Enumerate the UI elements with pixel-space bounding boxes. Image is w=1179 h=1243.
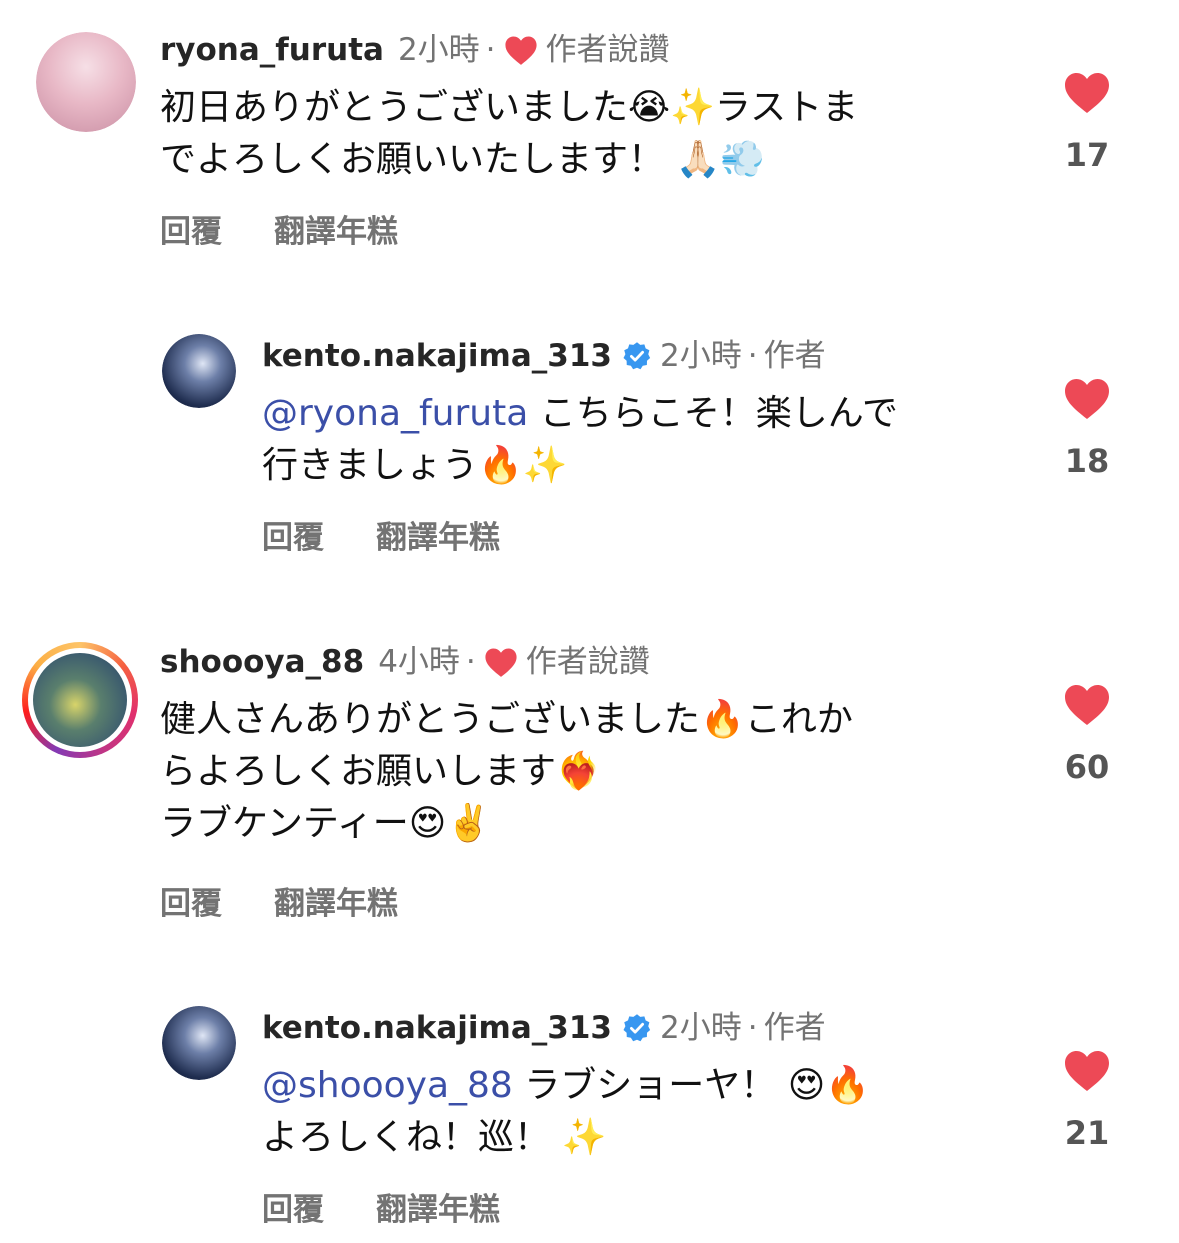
reply-button[interactable]: 回覆 [160,878,222,923]
separator: · [485,32,496,68]
comment-actions: 回覆 翻譯年糕 [262,1184,500,1229]
avatar[interactable] [162,334,236,408]
timestamp: 2小時 [659,1010,742,1046]
comment-header: shoooya_88 4小時 · 作者說讚 [160,642,650,682]
comment-line: よろしくね！巡！ ✨ [262,1117,607,1158]
timestamp: 2小時 [397,32,480,68]
heart-icon [1065,1051,1109,1091]
comment-line: 行きましょう🔥✨ [262,445,568,486]
comment-line: ラブケンティー😍✌️ [160,803,492,844]
mention-link[interactable]: @shoooya_88 [262,1065,513,1106]
avatar[interactable] [162,1006,236,1080]
verified-badge-icon [623,342,651,370]
comment-text: 初日ありがとうございました😭✨ラストま でよろしくお願いいたします！ 🙏🏻💨 [160,82,858,186]
comment-line-text: こちらこそ！楽しんで [528,393,898,434]
comment-actions: 回覆 翻譯年糕 [160,878,398,923]
like-button[interactable]: 18 [1057,376,1117,480]
reply-button[interactable]: 回覆 [262,1184,324,1229]
verified-badge-icon [623,1014,651,1042]
reply-button[interactable]: 回覆 [160,206,222,251]
username[interactable]: ryona_furuta [160,30,384,70]
comment-text: @shoooya_88 ラブショーヤ！ 😍🔥 よろしくね！巡！ ✨ [262,1060,870,1164]
like-count: 17 [1064,136,1110,174]
translate-button[interactable]: 翻譯年糕 [274,878,398,923]
comment-actions: 回覆 翻譯年糕 [160,206,398,251]
author-tag: 作者 [763,338,826,374]
username[interactable]: shoooya_88 [160,642,364,682]
comment-line: 健人さんありがとうございました🔥これか [160,699,853,740]
comment-header: kento.nakajima_313 2小時 · 作者 [262,1008,826,1048]
comment-line: @ryona_furuta こちらこそ！楽しんで [262,388,898,440]
comment-text: @ryona_furuta こちらこそ！楽しんで 行きましょう🔥✨ [262,388,898,492]
comment-line: らよろしくお願いします❤️‍🔥 [160,751,601,792]
separator: · [747,338,758,374]
avatar-story-ring[interactable] [22,642,138,758]
author-tag: 作者 [763,1010,826,1046]
translate-button[interactable]: 翻譯年糕 [376,512,500,557]
comment-text: 健人さんありがとうございました🔥これか らよろしくお願いします❤️‍🔥 ラブケン… [160,694,853,850]
timestamp: 4小時 [378,644,460,680]
separator: · [465,644,476,680]
comment-header: ryona_furuta 2小時 · 作者說讚 [160,30,670,70]
like-button[interactable]: 60 [1057,682,1117,786]
mention-link[interactable]: @ryona_furuta [262,393,528,434]
comment-line: でよろしくお願いいたします！ 🙏🏻💨 [160,139,766,180]
comment-line-text: ラブショーヤ！ 😍🔥 [512,1065,871,1106]
translate-button[interactable]: 翻譯年糕 [274,206,398,251]
heart-icon [504,36,537,65]
heart-icon [1065,379,1109,419]
comment-header: kento.nakajima_313 2小時 · 作者 [262,336,826,376]
heart-icon [1065,73,1109,113]
timestamp: 2小時 [659,338,742,374]
author-liked-tag: 作者說讚 [545,32,670,68]
like-button[interactable]: 17 [1057,70,1117,174]
heart-icon [1065,685,1109,725]
like-count: 18 [1064,442,1110,480]
comment-line: 初日ありがとうございました😭✨ラストま [160,87,859,128]
avatar [28,648,132,752]
like-count: 21 [1064,1114,1110,1152]
avatar[interactable] [36,32,136,132]
username[interactable]: kento.nakajima_313 [262,336,612,376]
comment-actions: 回覆 翻譯年糕 [262,512,500,557]
author-liked-tag: 作者說讚 [525,644,650,680]
reply-button[interactable]: 回覆 [262,512,324,557]
heart-icon [485,648,517,677]
username[interactable]: kento.nakajima_313 [262,1008,612,1048]
comment-line: @shoooya_88 ラブショーヤ！ 😍🔥 [262,1060,870,1112]
translate-button[interactable]: 翻譯年糕 [376,1184,500,1229]
separator: · [747,1010,758,1046]
like-count: 60 [1064,748,1110,786]
like-button[interactable]: 21 [1057,1048,1117,1152]
